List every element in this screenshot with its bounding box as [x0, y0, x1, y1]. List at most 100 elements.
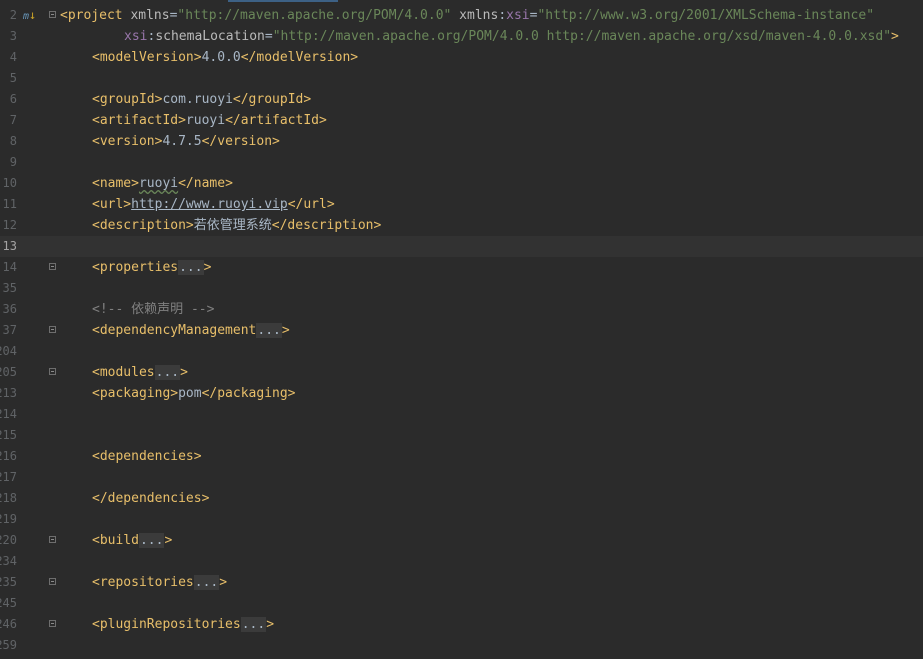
folded-region[interactable]: ... — [256, 323, 282, 338]
code-line[interactable]: 246 <pluginRepositories...> — [0, 614, 923, 635]
code-token: : — [498, 8, 507, 23]
code-token: <modules — [92, 365, 155, 380]
folded-region[interactable]: ... — [193, 575, 220, 590]
code-line[interactable]: 217 — [0, 467, 923, 488]
code-token: <modelVersion> — [92, 50, 202, 65]
code-token: </packaging> — [201, 386, 296, 401]
code-line[interactable]: 216 <dependencies> — [0, 446, 923, 467]
fold-toggle-icon[interactable] — [49, 11, 56, 18]
code-line[interactable]: 36 <!-- 依赖声明 --> — [0, 299, 923, 320]
code-line[interactable]: 245 — [0, 593, 923, 614]
code-text: <version>4.7.5</version> — [60, 131, 280, 152]
code-text: <modelVersion>4.0.0</modelVersion> — [60, 47, 358, 68]
folded-region[interactable]: ... — [178, 260, 204, 275]
code-token: <description> — [92, 218, 194, 233]
code-line[interactable]: 215 — [0, 425, 923, 446]
code-line[interactable]: 213 <packaging>pom</packaging> — [0, 383, 923, 404]
code-line[interactable]: 6 <groupId>com.ruoyi</groupId> — [0, 89, 923, 110]
code-line[interactable]: 10 <name>ruoyi</name> — [0, 173, 923, 194]
code-editor[interactable]: 2 m↓ <project xmlns="http://maven.apache.o… — [0, 0, 923, 659]
line-number: 6 — [9, 92, 17, 106]
code-token: xsi — [506, 8, 530, 23]
code-token: </groupId> — [232, 92, 312, 107]
line-number: 245 — [0, 596, 17, 610]
line-number: 13 — [2, 239, 17, 253]
code-text: <url>http://www.ruoyi.vip</url> — [60, 194, 335, 215]
line-number: 204 — [0, 344, 17, 358]
code-line[interactable]: 234 — [0, 551, 923, 572]
line-number: 205 — [0, 365, 17, 379]
fold-toggle-icon[interactable] — [49, 263, 56, 270]
code-token: </name> — [178, 176, 233, 191]
maven-marker-icon[interactable]: m↓ — [23, 8, 37, 22]
code-token: > — [180, 365, 188, 380]
code-line[interactable]: 11 <url>http://www.ruoyi.vip</url> — [0, 194, 923, 215]
line-number: 11 — [2, 197, 17, 211]
code-line[interactable]: 219 — [0, 509, 923, 530]
code-token: </description> — [271, 218, 382, 233]
code-line[interactable]: 8 <version>4.7.5</version> — [0, 131, 923, 152]
code-token: > — [266, 617, 275, 632]
code-line[interactable]: 259 — [0, 635, 923, 656]
folded-region[interactable]: ... — [138, 533, 165, 548]
code-line[interactable]: 205 <modules...> — [0, 362, 923, 383]
fold-toggle-icon[interactable] — [49, 368, 56, 375]
line-number: 36 — [2, 302, 17, 316]
code-token: > — [164, 533, 173, 548]
fold-toggle-icon[interactable] — [49, 326, 56, 333]
code-line[interactable]: 5 — [0, 68, 923, 89]
code-token: <artifactId> — [92, 113, 186, 128]
line-number: 35 — [2, 281, 17, 295]
code-token: 4.7.5 — [162, 134, 202, 149]
code-line[interactable]: 214 — [0, 404, 923, 425]
code-line[interactable]: 220 <build...> — [0, 530, 923, 551]
code-token: pom — [178, 386, 202, 401]
code-text: <build...> — [60, 530, 172, 551]
code-text: xsi:schemaLocation="http://maven.apache.… — [60, 26, 899, 47]
fold-toggle-icon[interactable] — [49, 536, 56, 543]
line-number: 234 — [0, 554, 17, 568]
fold-toggle-icon[interactable] — [49, 578, 56, 585]
folded-region[interactable]: ... — [154, 365, 181, 380]
code-token: <version> — [92, 134, 163, 149]
code-text: <dependencies> — [60, 446, 202, 467]
code-token: = — [264, 29, 273, 44]
code-line[interactable]: 13 — [0, 236, 923, 257]
line-number: 214 — [0, 407, 17, 421]
code-line[interactable]: 9 — [0, 152, 923, 173]
code-text: <repositories...> — [60, 572, 227, 593]
line-number: 12 — [2, 218, 17, 232]
code-line[interactable]: 235 <repositories...> — [0, 572, 923, 593]
tab-indicator — [228, 0, 338, 2]
code-token: > — [891, 29, 899, 44]
line-number: 215 — [0, 428, 17, 442]
code-line[interactable]: 3 xsi:schemaLocation="http://maven.apache… — [0, 26, 923, 47]
code-line[interactable]: 37 <dependencyManagement...> — [0, 320, 923, 341]
line-number: 216 — [0, 449, 17, 463]
code-text: <!-- 依赖声明 --> — [60, 299, 214, 320]
code-token: > — [203, 260, 212, 275]
code-token: ruoyi — [185, 113, 226, 128]
code-line[interactable]: 14 <properties...> — [0, 257, 923, 278]
code-text: <pluginRepositories...> — [60, 614, 274, 635]
code-line[interactable]: 35 — [0, 278, 923, 299]
code-token: <packaging> — [92, 386, 179, 401]
line-number: 219 — [0, 512, 17, 526]
fold-toggle-icon[interactable] — [49, 620, 56, 627]
code-line[interactable]: 2 m↓ <project xmlns="http://maven.apache.o… — [0, 5, 923, 26]
code-line[interactable]: 204 — [0, 341, 923, 362]
code-text: <name>ruoyi</name> — [60, 173, 233, 194]
code-text: <artifactId>ruoyi</artifactId> — [60, 110, 327, 131]
code-line[interactable]: 4 <modelVersion>4.0.0</modelVersion> — [0, 47, 923, 68]
code-token: <pluginRepositories — [92, 617, 241, 632]
code-token: xmlns — [451, 8, 499, 23]
code-token: "http://maven.apache.org/POM/4.0.0" — [177, 8, 452, 23]
code-line[interactable]: 12 <description>若依管理系统</description> — [0, 215, 923, 236]
code-line[interactable]: 7 <artifactId>ruoyi</artifactId> — [0, 110, 923, 131]
code-text: <dependencyManagement...> — [60, 320, 290, 341]
folded-region[interactable]: ... — [240, 617, 267, 632]
code-text: <project xmlns="http://maven.apache.org/… — [60, 5, 874, 26]
code-line[interactable]: 218 </dependencies> — [0, 488, 923, 509]
code-token: </artifactId> — [225, 113, 327, 128]
code-token: 4.0.0 — [201, 50, 241, 65]
